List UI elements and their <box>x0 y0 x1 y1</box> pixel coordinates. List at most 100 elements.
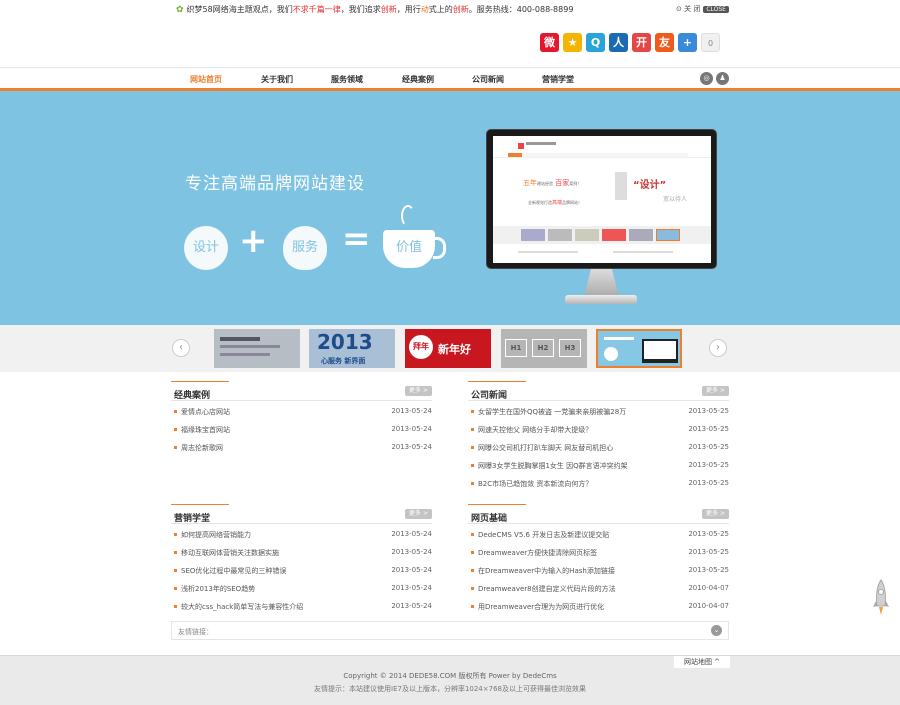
list-item-title[interactable]: B2C市场已趋饱敛 资本新流向何方？ <box>470 479 592 489</box>
more-button[interactable]: 更多 > <box>405 386 432 396</box>
list-news: 女留学生在国外QQ被盗 一党骗来亲朋被骗28万 2013-05-25 网速天控他父 … <box>468 401 729 491</box>
browser-tip: 友情提示：本站建议使用IE7及以上版本，分辨率1024×768及以上可获得最佳浏… <box>314 685 586 693</box>
list-item-title[interactable]: Dreamweaver方便快捷清除网页标签 <box>470 548 597 558</box>
list-item[interactable]: 移动互联网体营销关注数据实施 2013-05-24 <box>171 542 432 560</box>
banner-design-circle: 设计 <box>184 226 228 270</box>
list-item[interactable]: 较大的css_hack简单写法与兼容性介绍 2013-05-24 <box>171 596 432 614</box>
list-item[interactable]: 网曝公交司机打打趴车脚天 网友替司机担心 2013-05-25 <box>468 437 729 455</box>
list-item-title[interactable]: 网速天控他父 网络分手却带大提级？ <box>470 425 592 435</box>
list-item[interactable]: Dreamweaver方便快捷清除网页标签 2013-05-25 <box>468 542 729 560</box>
list-item-title[interactable]: 较大的css_hack简单写法与兼容性介绍 <box>173 602 303 612</box>
list-item-title[interactable]: 移动互联网体营销关注数据实施 <box>174 548 279 558</box>
list-item-title[interactable]: 用Dreamweaver合理为为网页进行优化 <box>470 602 604 612</box>
monitor-screen: 五年建站经验 百家案例！ “设计” 宽以待人 全新视觉打造高端品牌网站！ <box>493 136 711 263</box>
qq-follow-icon[interactable]: ♟ <box>716 72 729 85</box>
more-button[interactable]: 更多 > <box>702 386 729 396</box>
list-item-title[interactable]: SEO优化过程中最常见的三种错误 <box>173 566 286 576</box>
list-item-title[interactable]: 福缘珠宝首网站 <box>174 425 230 435</box>
friend-links: 友情链接： ⌄ <box>171 621 729 640</box>
section-cases: 经典案例 更多 > 爱情点心店网站 2013-05-24 福缘珠宝首网站 2013-0… <box>171 381 432 455</box>
nav-home[interactable]: 网站首页 <box>190 74 222 94</box>
section-marketing: 营销学堂 更多 > 如何提高网络营销能力 2013-05-24 移动互联网体营销关注… <box>171 504 432 614</box>
list-item[interactable]: 网速天控他父 网络分手却带大提级？ 2013-05-25 <box>468 419 729 437</box>
list-item-title[interactable]: 网曝公交司机打打趴车脚天 网友替司机担心 <box>470 443 613 453</box>
main-nav: 网站首页 关于我们 服务领域 经典案例 公司新闻 营销学堂 ◎ ♟ <box>0 67 900 94</box>
friend-links-label: 友情链接： <box>178 628 213 636</box>
monitor-image: 五年建站经验 百家案例！ “设计” 宽以待人 全新视觉打造高端品牌网站！ <box>486 129 717 269</box>
list-item-date: 2013-05-24 <box>391 566 432 574</box>
list-item-date: 2013-05-24 <box>391 425 432 433</box>
more-button[interactable]: 更多 > <box>405 509 432 519</box>
list-item-title[interactable]: 爱情点心店网站 <box>174 407 230 417</box>
carousel-thumb-1[interactable] <box>214 329 300 368</box>
banner-title: 专注高端品牌网站建设 <box>185 174 365 194</box>
list-item-date: 2013-05-25 <box>688 425 729 433</box>
back-to-top-rocket-icon[interactable] <box>872 579 890 617</box>
top-bar: ✿ 织梦58网络海主题观点，我们不求千篇一律，我们追求创新，用行动式上的创新。服务… <box>0 0 900 20</box>
kaixin-icon[interactable]: 开 <box>632 33 651 52</box>
section-title: 网页基础 <box>471 514 508 524</box>
more-share-icon[interactable]: + <box>678 33 697 52</box>
list-item-title[interactable]: 女留学生在国外QQ被盗 一党骗来亲朋被骗28万 <box>470 407 626 417</box>
list-item[interactable]: 福缘珠宝首网站 2013-05-24 <box>171 419 432 437</box>
list-item[interactable]: 网曝3女学生脱胸掌掴1女生 因Q群言语冲突约架 2013-05-25 <box>468 455 729 473</box>
carousel-thumb-2[interactable]: 2013 心服务 新界面 <box>309 329 395 368</box>
list-item-date: 2010-04-07 <box>688 602 729 610</box>
list-item[interactable]: 周志伦新歌网 2013-05-24 <box>171 437 432 455</box>
tqq-icon[interactable]: Q <box>586 33 605 52</box>
list-item[interactable]: 在Dreamweaver中为输入的Hash添加链接 2013-05-25 <box>468 560 729 578</box>
list-item-title[interactable]: Dreamweaver8创建自定义代码片段的方法 <box>471 584 616 594</box>
nav-news[interactable]: 公司新闻 <box>472 74 504 85</box>
list-item-date: 2013-05-24 <box>391 584 432 592</box>
list-item-title[interactable]: 网曝3女学生脱胸掌掴1女生 因Q群言语冲突约架 <box>471 461 628 471</box>
list-item-date: 2013-05-25 <box>688 530 729 538</box>
carousel-prev-icon[interactable]: ‹ <box>172 339 190 357</box>
list-item-title[interactable]: 在Dreamweaver中为输入的Hash添加链接 <box>471 566 615 576</box>
top-links[interactable]: ⊙ 关 闭 CLOSE <box>676 4 729 14</box>
close-tag[interactable]: CLOSE <box>703 6 729 13</box>
list-item-title[interactable]: 如何提高网络营销能力 <box>174 530 251 540</box>
carousel-thumb-3[interactable]: 拜年 新年好 <box>405 329 491 368</box>
list-item-date: 2013-05-25 <box>688 566 729 574</box>
more-button[interactable]: 更多 > <box>702 509 729 519</box>
list-item-date: 2013-05-24 <box>391 530 432 538</box>
section-title: 营销学堂 <box>174 514 211 524</box>
banner-value-cup: 价值 <box>383 230 446 268</box>
list-item[interactable]: 爱情点心店网站 2013-05-24 <box>171 401 432 419</box>
nav-about[interactable]: 关于我们 <box>261 74 293 85</box>
page: ✿ 织梦58网络海主题观点，我们不求千篇一律，我们追求创新，用行动式上的创新。服务… <box>0 0 900 705</box>
carousel-thumb-4[interactable]: H1 H2 H3 <box>501 329 587 368</box>
list-item-title[interactable]: DedeCMS V5.6 开发日志及新建议提交贴 <box>470 530 609 540</box>
count-icon[interactable]: 0 <box>701 33 720 52</box>
nav-services[interactable]: 服务领域 <box>331 74 363 85</box>
nav-marketing[interactable]: 营销学堂 <box>542 74 574 85</box>
carousel-next-icon[interactable]: › <box>709 339 727 357</box>
list-item[interactable]: 女留学生在国外QQ被盗 一党骗来亲朋被骗28万 2013-05-25 <box>468 401 729 419</box>
renren-icon[interactable]: 人 <box>609 33 628 52</box>
pengyou-icon[interactable]: 友 <box>655 33 674 52</box>
expand-icon[interactable]: ⌄ <box>711 625 722 636</box>
weibo-follow-icon[interactable]: ◎ <box>700 72 713 85</box>
list-item[interactable]: Dreamweaver8创建自定义代码片段的方法 2010-04-07 <box>468 578 729 596</box>
share-bar: 微 ★ Q 人开友 +0 <box>540 33 720 52</box>
list-item[interactable]: B2C市场已趋饱敛 资本新流向何方？ 2013-05-25 <box>468 473 729 491</box>
list-item[interactable]: 用Dreamweaver合理为为网页进行优化 2010-04-07 <box>468 596 729 614</box>
list-item-date: 2013-05-24 <box>391 602 432 610</box>
list-item[interactable]: 浅析2013年的SEO趋势 2013-05-24 <box>171 578 432 596</box>
list-item[interactable]: DedeCMS V5.6 开发日志及新建议提交贴 2013-05-25 <box>468 524 729 542</box>
qzone-icon[interactable]: ★ <box>563 33 582 52</box>
list-item[interactable]: 如何提高网络营销能力 2013-05-24 <box>171 524 432 542</box>
weibo-icon[interactable]: 微 <box>540 33 559 52</box>
list-item-date: 2013-05-25 <box>688 461 729 469</box>
section-title: 经典案例 <box>174 391 211 401</box>
list-item-title[interactable]: 浅析2013年的SEO趋势 <box>173 584 255 594</box>
section-title: 公司新闻 <box>471 391 508 401</box>
nav-cases[interactable]: 经典案例 <box>402 74 434 85</box>
list-item[interactable]: SEO优化过程中最常见的三种错误 2013-05-24 <box>171 560 432 578</box>
list-item-title[interactable]: 周志伦新歌网 <box>174 443 223 453</box>
carousel-thumb-5[interactable] <box>596 329 682 368</box>
list-cases: 爱情点心店网站 2013-05-24 福缘珠宝首网站 2013-05-24 周志伦新歌网… <box>171 401 432 455</box>
sitemap-button[interactable]: 网站地图 ^ <box>674 656 730 668</box>
hero-banner[interactable]: 专注高端品牌网站建设 设计 + 服务 = 价值 五年建站经验 百家案例！ “设计… <box>0 91 900 325</box>
list-item-date: 2010-04-07 <box>688 584 729 592</box>
